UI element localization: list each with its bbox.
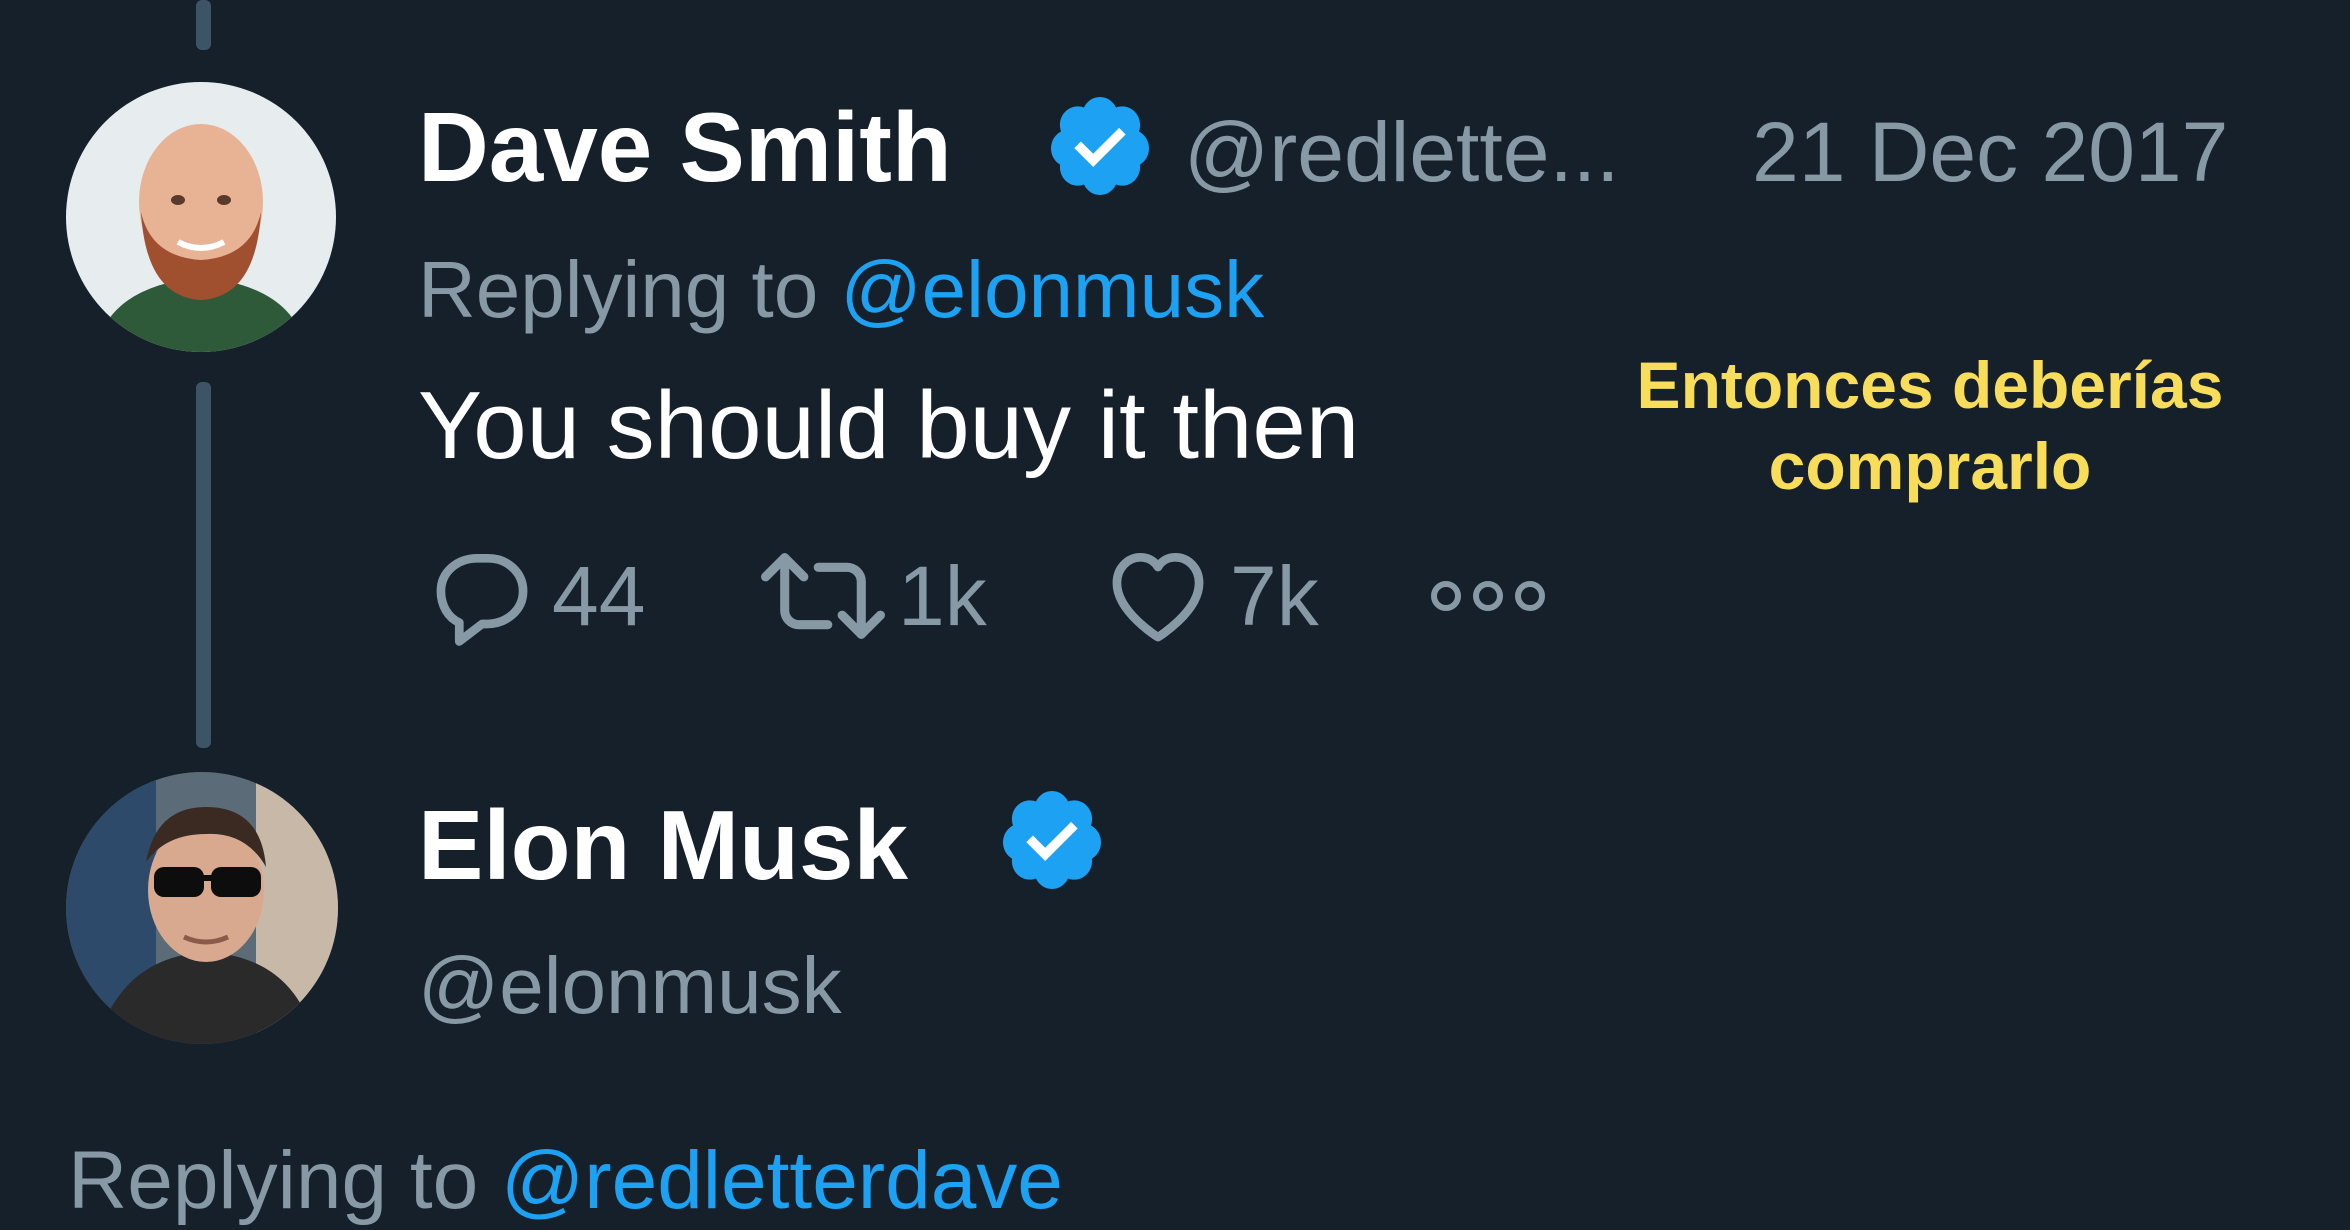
retweet-button[interactable]: 1k [756,538,987,654]
reply-icon [436,553,528,646]
tweet-text: You should buy it then [418,372,1360,479]
translation-line-2: comprarlo [1768,428,2092,503]
replying-to-handle-link[interactable]: @elonmusk [840,245,1264,334]
translation-caption: Entonces deberías comprarlo [1580,345,2280,506]
retweet-count: 1k [898,548,987,643]
avatar-elon-musk[interactable] [66,772,338,1044]
verified-badge-icon [996,784,1108,896]
translation-line-1: Entonces deberías [1636,348,2224,422]
replying-to-handle-link-2[interactable]: @redletterdave [501,1135,1063,1226]
like-icon [1112,552,1204,642]
retweet-icon [761,553,885,639]
reply-button[interactable]: 44 [424,538,645,654]
elon-musk-name[interactable]: Elon Musk [418,790,908,900]
thread-line-middle [196,382,211,748]
elon-musk-handle[interactable]: @elonmusk [418,938,842,1034]
replying-to-prefix: Replying to [418,245,819,334]
replying-to-prefix-2: Replying to [68,1135,479,1226]
avatar-dave-smith[interactable] [66,82,336,352]
tweet-date[interactable]: 21 Dec 2017 [1752,102,2228,202]
like-count: 7k [1230,548,1319,643]
like-button[interactable]: 7k [1096,538,1319,654]
thread-line-top [196,0,211,50]
dave-smith-handle[interactable]: @redlette... [1184,102,1619,202]
dave-smith-name[interactable]: Dave Smith [418,92,952,202]
verified-badge-icon [1044,90,1156,202]
replying-to-line: Replying to @elonmusk [418,242,1264,338]
more-icon[interactable] [1426,574,1550,618]
replying-to-line-2: Replying to @redletterdave [68,1132,1063,1230]
reply-count: 44 [552,548,646,643]
